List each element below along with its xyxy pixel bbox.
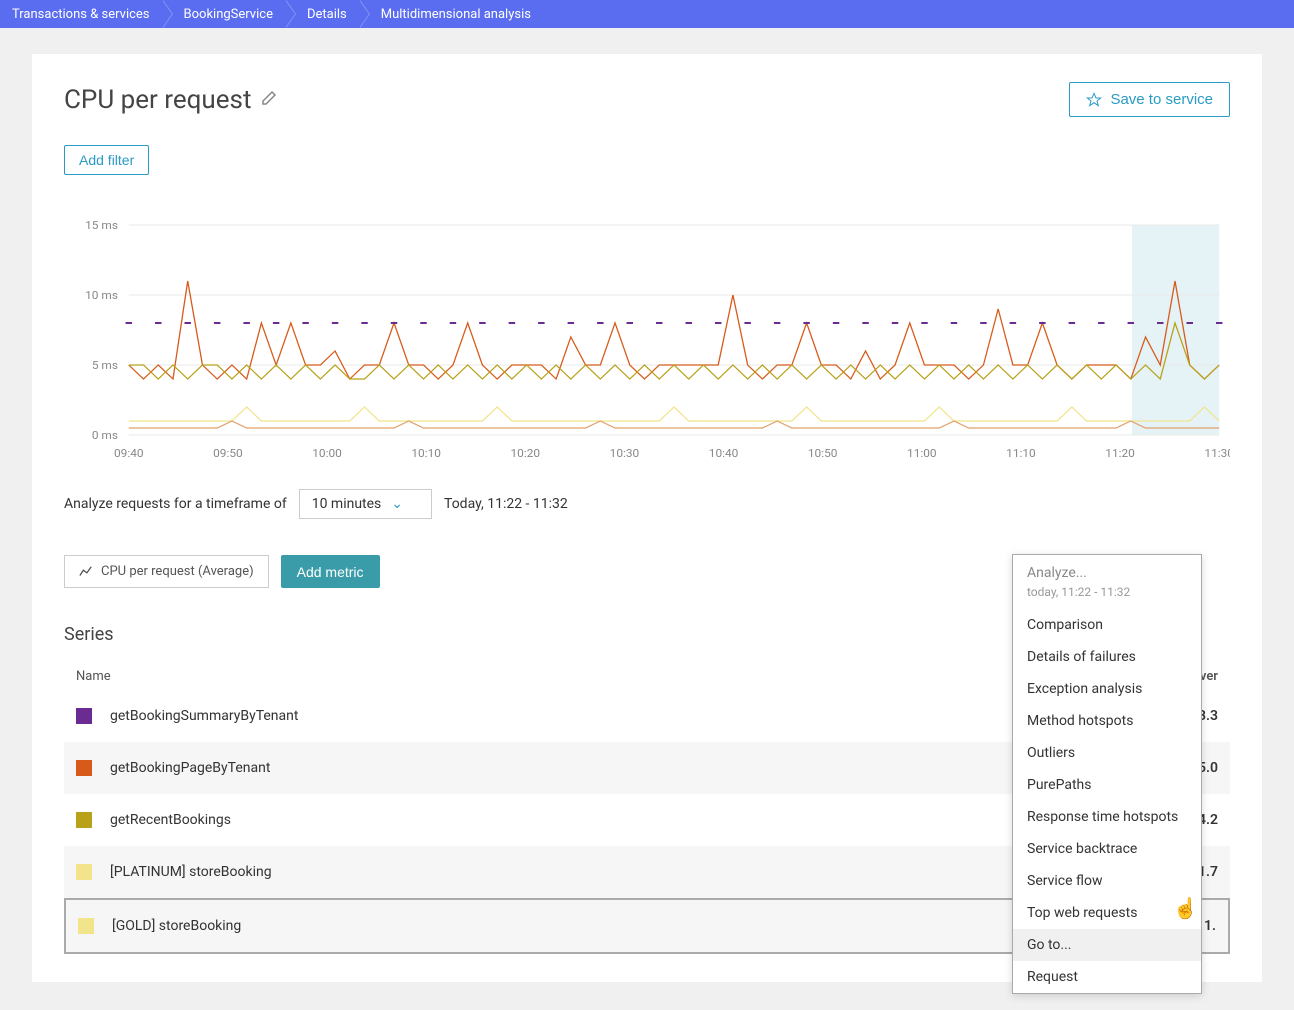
svg-text:10:20: 10:20 xyxy=(511,446,541,459)
context-menu-header: Analyze... xyxy=(1013,555,1201,585)
chevron-down-icon: ⌄ xyxy=(391,496,403,512)
timeframe-current: Today, 11:22 - 11:32 xyxy=(444,496,568,512)
svg-text:10:50: 10:50 xyxy=(808,446,838,459)
row-name: getBookingSummaryByTenant xyxy=(110,708,998,724)
svg-text:0 ms: 0 ms xyxy=(92,428,118,441)
context-menu-timestamp: today, 11:22 - 11:32 xyxy=(1013,585,1201,609)
edit-icon[interactable] xyxy=(261,90,277,110)
svg-text:5 ms: 5 ms xyxy=(92,358,118,371)
svg-text:11:00: 11:00 xyxy=(907,446,937,459)
context-menu-item[interactable]: Comparison xyxy=(1013,609,1201,641)
context-menu-item[interactable]: PurePaths xyxy=(1013,769,1201,801)
svg-text:15 ms: 15 ms xyxy=(85,218,118,231)
context-menu-item[interactable]: Outliers xyxy=(1013,737,1201,769)
breadcrumb-bookingservice[interactable]: BookingService xyxy=(172,0,295,28)
color-swatch xyxy=(76,760,92,776)
add-metric-button[interactable]: Add metric xyxy=(281,555,380,588)
context-menu-goto[interactable]: Go to... xyxy=(1013,929,1201,961)
page-title: CPU per request xyxy=(64,85,251,115)
svg-text:11:30: 11:30 xyxy=(1204,446,1230,459)
breadcrumb: Transactions & services BookingService D… xyxy=(0,0,1294,28)
color-swatch xyxy=(76,708,92,724)
save-to-service-button[interactable]: Save to service xyxy=(1069,82,1230,117)
timeframe-select[interactable]: 10 minutes ⌄ xyxy=(299,489,432,519)
breadcrumb-details[interactable]: Details xyxy=(295,0,369,28)
add-filter-button[interactable]: Add filter xyxy=(64,145,149,175)
svg-text:10:40: 10:40 xyxy=(709,446,739,459)
svg-text:09:50: 09:50 xyxy=(213,446,243,459)
row-name: getRecentBookings xyxy=(110,812,998,828)
svg-text:09:40: 09:40 xyxy=(114,446,144,459)
svg-text:10 ms: 10 ms xyxy=(85,288,118,301)
save-button-label: Save to service xyxy=(1110,91,1213,108)
context-menu-item[interactable]: Response time hotspots xyxy=(1013,801,1201,833)
star-icon xyxy=(1086,92,1102,108)
breadcrumb-transactions[interactable]: Transactions & services xyxy=(0,0,172,28)
color-swatch xyxy=(76,812,92,828)
row-name: getBookingPageByTenant xyxy=(110,760,998,776)
svg-text:10:00: 10:00 xyxy=(312,446,342,459)
timeframe-label: Analyze requests for a timeframe of xyxy=(64,496,287,512)
chart[interactable]: 0 ms 5 ms 10 ms 15 ms 09:40 09:50 10:00 10:10 10… xyxy=(64,215,1230,465)
timeframe-value: 10 minutes xyxy=(312,496,382,512)
row-name: [PLATINUM] storeBooking xyxy=(110,864,998,880)
metric-pill-label: CPU per request (Average) xyxy=(101,564,254,579)
svg-text:11:20: 11:20 xyxy=(1105,446,1135,459)
context-menu-item[interactable]: Details of failures xyxy=(1013,641,1201,673)
context-menu-item[interactable]: Service flow xyxy=(1013,865,1201,897)
context-menu-item[interactable]: Exception analysis xyxy=(1013,673,1201,705)
color-swatch xyxy=(76,864,92,880)
context-menu-item[interactable]: Service backtrace xyxy=(1013,833,1201,865)
row-name: [GOLD] storeBooking xyxy=(112,918,996,934)
svg-text:11:10: 11:10 xyxy=(1006,446,1036,459)
line-chart-icon xyxy=(79,565,93,579)
metric-pill[interactable]: CPU per request (Average) xyxy=(64,555,269,588)
context-menu-item[interactable]: Method hotspots xyxy=(1013,705,1201,737)
context-menu-request[interactable]: Request xyxy=(1013,961,1201,993)
context-menu: Analyze... today, 11:22 - 11:32 Comparis… xyxy=(1012,554,1202,994)
col-name-header: Name xyxy=(76,669,998,684)
svg-text:10:10: 10:10 xyxy=(411,446,441,459)
svg-text:10:30: 10:30 xyxy=(610,446,640,459)
main-panel: CPU per request Save to service Add filt… xyxy=(32,54,1262,982)
cursor-icon: ☝ xyxy=(1173,896,1198,920)
breadcrumb-multidimensional[interactable]: Multidimensional analysis xyxy=(369,0,553,28)
color-swatch xyxy=(78,918,94,934)
